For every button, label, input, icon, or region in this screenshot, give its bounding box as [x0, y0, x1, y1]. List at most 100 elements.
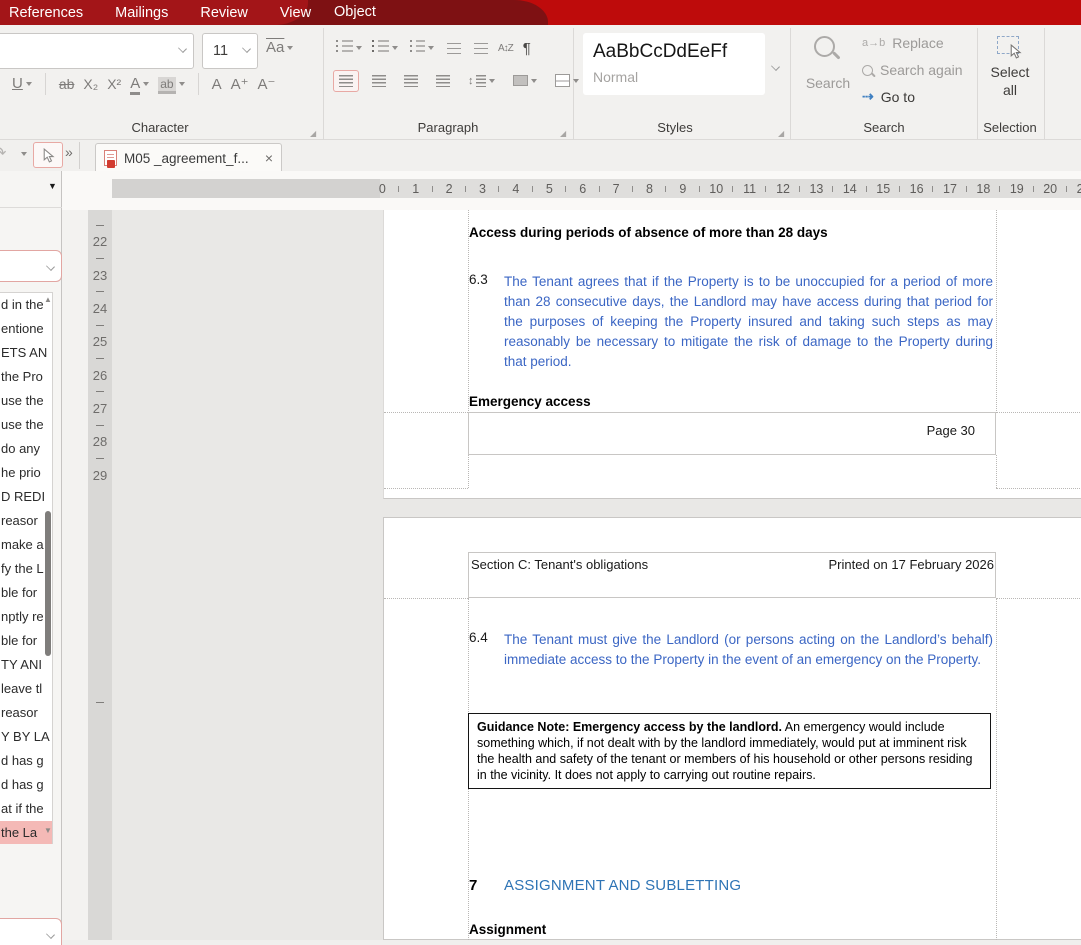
- search-result-item[interactable]: TY ANI: [0, 653, 52, 677]
- toolbar-overflow-button[interactable]: »: [65, 144, 73, 160]
- decrease-indent-icon[interactable]: [471, 42, 488, 55]
- search-again-button[interactable]: Search again: [862, 62, 963, 78]
- styles-spinner-icon[interactable]: [771, 62, 780, 71]
- strikethrough-button[interactable]: ab: [59, 76, 75, 92]
- menu-tab[interactable]: References: [3, 5, 89, 21]
- scrollbar-thumb[interactable]: [45, 511, 51, 656]
- shrink-font-button[interactable]: A⁻: [258, 75, 276, 93]
- search-result-item[interactable]: use the: [0, 413, 52, 437]
- menu-tab-object[interactable]: Object: [328, 0, 382, 25]
- close-icon[interactable]: ×: [265, 150, 273, 166]
- select-tool-button[interactable]: [33, 142, 63, 168]
- align-left-button[interactable]: [333, 70, 359, 92]
- search-result-item[interactable]: leave tl: [0, 677, 52, 701]
- align-center-button[interactable]: [367, 70, 391, 92]
- font-name-combobox[interactable]: [0, 33, 194, 69]
- select-all-button[interactable]: [997, 36, 1019, 59]
- chevron-down-icon[interactable]: [531, 79, 537, 83]
- line-spacing-button[interactable]: ↕: [463, 70, 500, 92]
- menu-tab[interactable]: View: [274, 5, 317, 21]
- borders-button[interactable]: [550, 69, 584, 92]
- search-result-item[interactable]: use the: [0, 389, 52, 413]
- chevron-down-icon[interactable]: [287, 46, 293, 50]
- horizontal-ruler[interactable]: 0123456789101112131415161718192021: [112, 179, 1081, 198]
- chevron-down-icon[interactable]: [21, 152, 27, 156]
- scroll-down-icon[interactable]: ▼: [44, 826, 52, 835]
- horizontal-scrollbar[interactable]: [62, 940, 1081, 945]
- underline-button[interactable]: U: [12, 75, 32, 93]
- grow-font-button[interactable]: A⁺: [231, 75, 249, 93]
- superscript-button[interactable]: X²: [107, 76, 121, 92]
- document-page-30[interactable]: Access during periods of absence of more…: [383, 210, 1081, 499]
- separator: [198, 73, 199, 95]
- search-result-item[interactable]: Y BY LA: [0, 725, 52, 749]
- chevron-down-icon[interactable]: [428, 46, 434, 50]
- select-all-label[interactable]: Select all: [982, 63, 1038, 99]
- vertical-ruler[interactable]: 2223242526272829: [88, 210, 112, 945]
- search-result-item[interactable]: the Pro: [0, 365, 52, 389]
- chevron-down-icon[interactable]: [143, 82, 149, 86]
- style-preview-text: AaBbCcDdEeFf: [593, 41, 727, 63]
- search-result-item[interactable]: entione: [0, 317, 52, 341]
- replace-term-combobox[interactable]: [0, 918, 62, 945]
- scroll-up-icon[interactable]: ▲: [44, 295, 52, 304]
- align-left-icon: [339, 75, 353, 87]
- ruler-mark: 28: [88, 417, 112, 450]
- chevron-down-icon[interactable]: [356, 46, 362, 50]
- search-term-combobox[interactable]: [0, 250, 62, 282]
- chevron-down-icon[interactable]: [46, 930, 55, 939]
- search-result-item[interactable]: ETS AN: [0, 341, 52, 365]
- replace-button[interactable]: a→b Replace: [862, 35, 944, 51]
- search-result-item[interactable]: d has g: [0, 773, 52, 797]
- chevron-down-icon[interactable]: [179, 82, 185, 86]
- dialog-launcher-icon[interactable]: ◢: [778, 129, 784, 138]
- dialog-launcher-icon[interactable]: ◢: [560, 129, 566, 138]
- search-button-label[interactable]: Search: [800, 75, 856, 91]
- chevron-down-icon[interactable]: [392, 46, 398, 50]
- document-page-31[interactable]: Section C: Tenant's obligations Printed …: [383, 517, 1081, 940]
- chevron-down-icon[interactable]: [26, 82, 32, 86]
- search-again-icon: [862, 65, 873, 76]
- formatting-marks-icon[interactable]: ¶: [523, 40, 531, 57]
- chevron-down-icon[interactable]: [242, 44, 251, 53]
- search-button[interactable]: [814, 36, 835, 62]
- search-result-item[interactable]: D REDI: [0, 485, 52, 509]
- menu-tab[interactable]: Review: [194, 5, 254, 21]
- page-header-box[interactable]: Section C: Tenant's obligations Printed …: [468, 552, 996, 598]
- ruler-mark: 4: [508, 179, 541, 198]
- text-boundary: [996, 598, 1081, 599]
- search-result-item[interactable]: d has g: [0, 749, 52, 773]
- search-result-item[interactable]: reasor: [0, 701, 52, 725]
- chevron-down-icon[interactable]: [489, 79, 495, 83]
- clear-formatting-button[interactable]: A: [212, 76, 222, 93]
- search-result-item[interactable]: he prio: [0, 461, 52, 485]
- font-size-combobox[interactable]: 11: [202, 33, 258, 69]
- ruler-mark: 26: [88, 350, 112, 383]
- document-tab[interactable]: M05 _agreement_f... ×: [95, 143, 282, 172]
- outline-list-button[interactable]: [408, 39, 434, 57]
- change-case-button[interactable]: Aa: [266, 39, 293, 56]
- page-footer-box[interactable]: Page 30: [468, 412, 996, 455]
- goto-button[interactable]: ⇢ Go to: [862, 88, 915, 105]
- font-color-button[interactable]: A: [130, 75, 149, 93]
- dialog-launcher-icon[interactable]: ◢: [310, 129, 316, 138]
- bullet-list-button[interactable]: [336, 39, 362, 57]
- sort-icon[interactable]: A↕Z: [498, 43, 513, 54]
- highlight-color-button[interactable]: ab: [158, 75, 184, 93]
- chevron-down-icon[interactable]: [178, 44, 187, 53]
- redo-icon[interactable]: ↷: [0, 143, 6, 163]
- subscript-button[interactable]: X₂: [83, 76, 98, 92]
- justify-button[interactable]: [431, 70, 455, 92]
- search-result-item[interactable]: at if the: [0, 797, 52, 821]
- numbered-list-button[interactable]: [372, 39, 398, 57]
- style-preview-box[interactable]: AaBbCcDdEeFf Normal: [583, 33, 765, 95]
- increase-indent-icon[interactable]: [444, 42, 461, 55]
- paragraph-shading-button[interactable]: [508, 70, 542, 91]
- menu-tab[interactable]: Mailings: [109, 5, 174, 21]
- align-right-button[interactable]: [399, 70, 423, 92]
- panel-menu-icon[interactable]: ▼: [48, 181, 57, 191]
- search-result-item[interactable]: do any: [0, 437, 52, 461]
- ruler-mark: 21: [1075, 179, 1081, 198]
- chevron-down-icon[interactable]: [46, 262, 55, 271]
- chevron-down-icon[interactable]: [573, 79, 579, 83]
